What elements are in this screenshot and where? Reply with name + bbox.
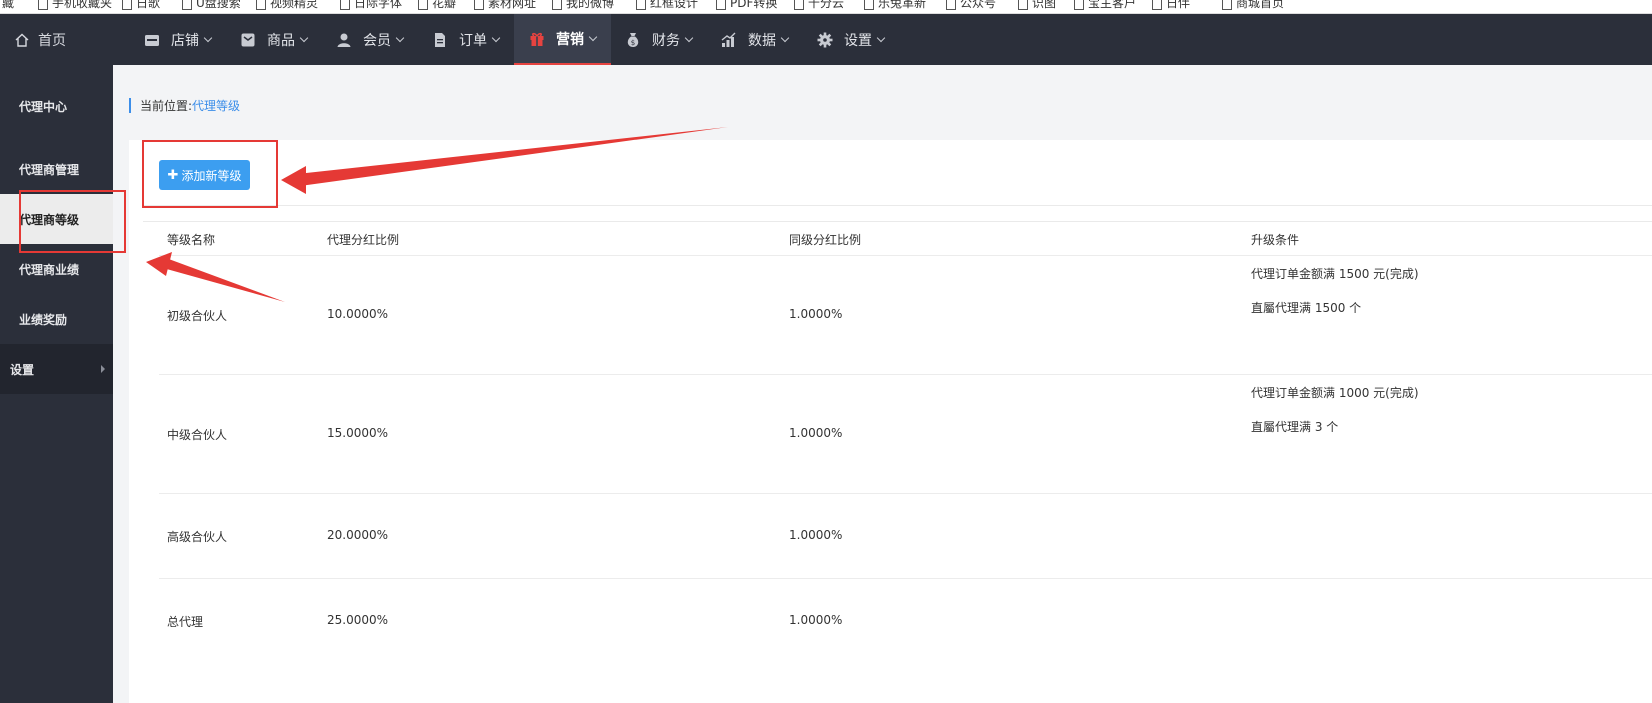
annotation-arrow [146,252,285,302]
annotation-arrow [281,127,728,194]
annotation-arrows [146,127,728,302]
